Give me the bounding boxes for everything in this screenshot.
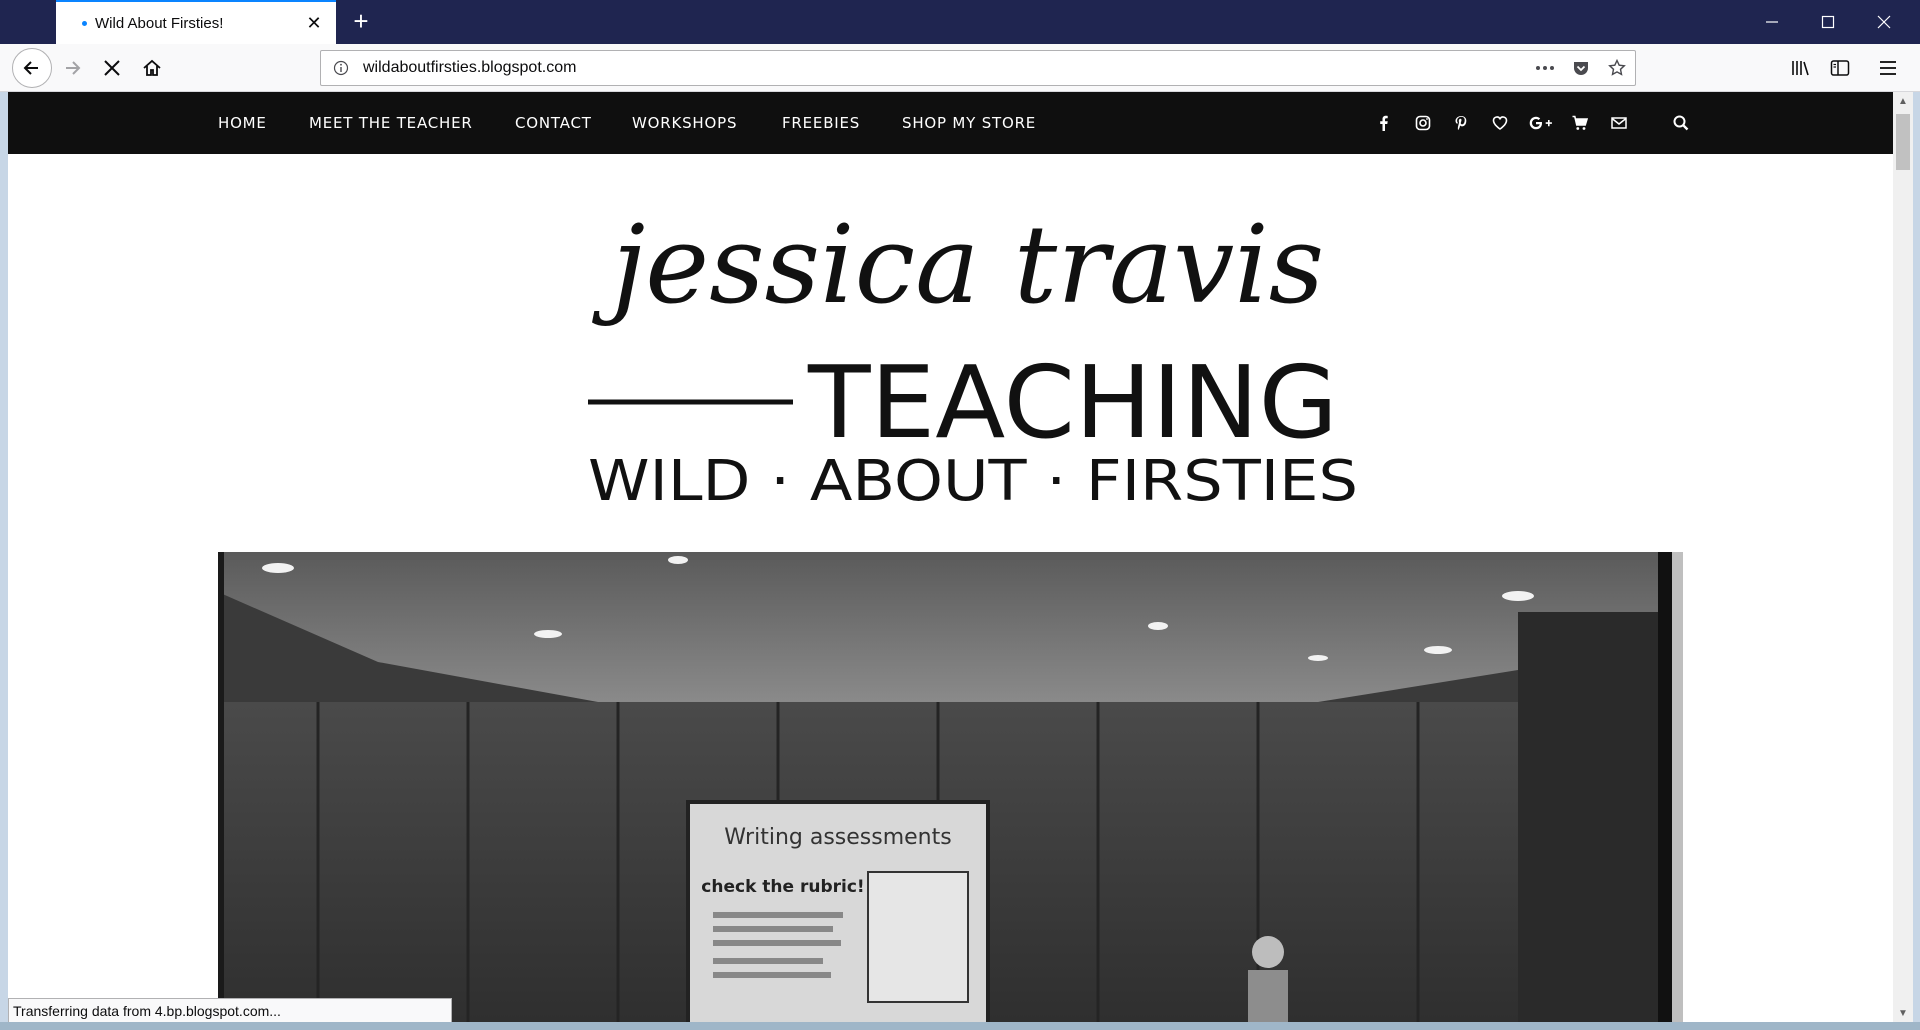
back-button[interactable] bbox=[12, 48, 52, 88]
scrollbar-thumb[interactable] bbox=[1896, 114, 1910, 170]
hamburger-menu-icon bbox=[1880, 61, 1896, 75]
pocket-icon[interactable] bbox=[1563, 52, 1599, 84]
poster-heading: check the rubric! bbox=[701, 877, 864, 897]
maximize-button[interactable] bbox=[1800, 0, 1856, 44]
bookmark-star-icon[interactable] bbox=[1599, 52, 1635, 84]
sidebar-icon bbox=[1830, 60, 1850, 76]
heart-icon[interactable] bbox=[1488, 111, 1512, 135]
cart-icon[interactable] bbox=[1568, 111, 1592, 135]
close-window-button[interactable] bbox=[1856, 0, 1912, 44]
conference-room-photo: Writing assessments check the rubric! bbox=[218, 552, 1683, 1022]
home-button[interactable] bbox=[134, 50, 170, 86]
stop-button[interactable] bbox=[94, 50, 130, 86]
close-icon bbox=[1877, 15, 1891, 29]
status-bar: Transferring data from 4.bp.blogspot.com… bbox=[8, 998, 452, 1024]
forward-button[interactable] bbox=[54, 50, 90, 86]
logo-teaching-text: TEACHING bbox=[807, 344, 1338, 461]
loading-dot-icon bbox=[82, 20, 87, 26]
nav-home[interactable]: HOME bbox=[218, 92, 267, 154]
scroll-up-arrow-icon[interactable]: ▲ bbox=[1893, 92, 1913, 110]
page-scrollbar[interactable]: ▲ ▼ bbox=[1893, 92, 1913, 1022]
instagram-icon[interactable] bbox=[1411, 111, 1435, 135]
tab-wild-about-firsties[interactable]: Wild About Firsties! ✕ bbox=[56, 0, 336, 44]
site-navigation-bar: HOME MEET THE TEACHER CONTACT WORKSHOPS … bbox=[8, 92, 1893, 154]
library-button[interactable] bbox=[1782, 50, 1818, 86]
search-icon[interactable] bbox=[1669, 111, 1693, 135]
back-icon bbox=[23, 61, 38, 75]
stop-icon bbox=[104, 60, 120, 76]
scroll-down-arrow-icon[interactable]: ▼ bbox=[1893, 1004, 1913, 1022]
address-bar[interactable]: wildaboutfirsties.blogspot.com bbox=[320, 50, 1636, 86]
library-icon bbox=[1792, 61, 1809, 76]
nav-workshops[interactable]: WORKSHOPS bbox=[632, 92, 737, 154]
tab-title: Wild About Firsties! bbox=[95, 14, 224, 32]
google-plus-icon[interactable] bbox=[1526, 111, 1556, 135]
facebook-icon[interactable] bbox=[1372, 111, 1396, 135]
url-text[interactable]: wildaboutfirsties.blogspot.com bbox=[363, 59, 1527, 77]
site-logo[interactable]: jessica travis TEACHING WILD · ABOUT · F… bbox=[568, 202, 1368, 502]
nav-shop-my-store[interactable]: SHOP MY STORE bbox=[902, 92, 1036, 154]
sidebar-button[interactable] bbox=[1822, 50, 1858, 86]
poster-title: Writing assessments bbox=[724, 825, 951, 850]
minimize-button[interactable] bbox=[1744, 0, 1800, 44]
nav-contact[interactable]: CONTACT bbox=[515, 92, 592, 154]
logo-script-text: jessica travis bbox=[592, 203, 1324, 328]
more-icon[interactable] bbox=[1527, 52, 1563, 84]
tab-strip-spacer bbox=[0, 0, 56, 44]
nav-meet-the-teacher[interactable]: MEET THE TEACHER bbox=[309, 92, 473, 154]
presenter-figure bbox=[1252, 936, 1284, 968]
browser-toolbar: wildaboutfirsties.blogspot.com bbox=[0, 44, 1920, 92]
nav-freebies[interactable]: FREEBIES bbox=[782, 92, 860, 154]
new-tab-button[interactable]: + bbox=[346, 7, 376, 37]
tab-close-icon[interactable]: ✕ bbox=[302, 11, 326, 35]
home-icon bbox=[143, 59, 161, 76]
page-viewport: HOME MEET THE TEACHER CONTACT WORKSHOPS … bbox=[8, 92, 1893, 1022]
desktop-background bbox=[0, 1022, 1920, 1030]
mail-icon[interactable] bbox=[1607, 111, 1631, 135]
hamburger-menu-button[interactable] bbox=[1870, 50, 1906, 86]
pinterest-icon[interactable] bbox=[1449, 111, 1473, 135]
forward-icon bbox=[66, 61, 81, 75]
hero-photo: Writing assessments check the rubric! bbox=[218, 552, 1683, 1022]
minimize-icon bbox=[1766, 21, 1778, 23]
maximize-icon bbox=[1821, 15, 1835, 29]
info-icon[interactable] bbox=[325, 52, 357, 84]
logo-subtitle-text: WILD · ABOUT · FIRSTIES bbox=[588, 449, 1358, 502]
